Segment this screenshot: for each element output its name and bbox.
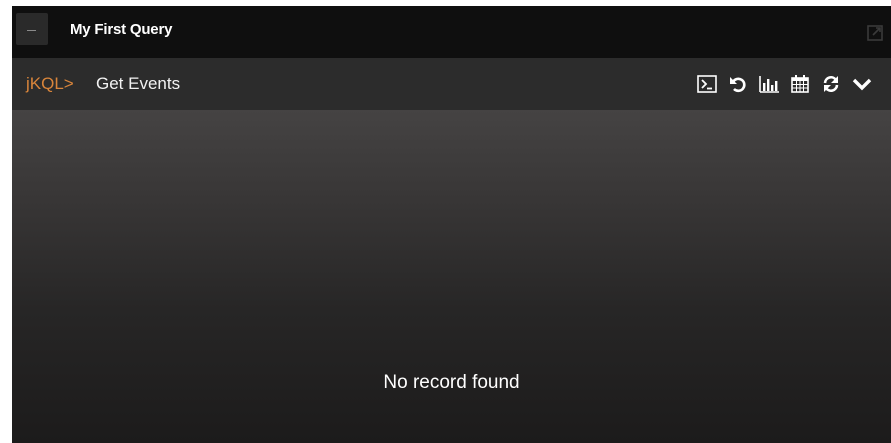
popout-button[interactable] bbox=[865, 23, 885, 43]
collapse-button[interactable] bbox=[16, 13, 48, 45]
query-language-prefix: jKQL> bbox=[26, 74, 74, 93]
calendar-button[interactable] bbox=[789, 73, 811, 95]
query-toolbar bbox=[696, 72, 873, 96]
bar-chart-icon bbox=[759, 76, 779, 93]
refresh-icon bbox=[823, 76, 839, 92]
page-frame: My First Query jKQL> Get Events No recor… bbox=[0, 0, 891, 443]
undo-button[interactable] bbox=[727, 73, 749, 95]
calendar-icon bbox=[791, 75, 809, 93]
widget-title-bar: My First Query bbox=[12, 6, 891, 58]
minus-icon bbox=[27, 30, 36, 31]
chart-button[interactable] bbox=[758, 73, 780, 95]
results-area: No record found bbox=[12, 110, 891, 443]
query-bar: jKQL> Get Events bbox=[12, 58, 891, 110]
undo-icon bbox=[730, 77, 746, 93]
expand-button[interactable] bbox=[851, 73, 873, 95]
external-link-icon bbox=[867, 25, 883, 41]
query-name: Get Events bbox=[96, 74, 181, 93]
console-icon bbox=[697, 75, 717, 93]
refresh-button[interactable] bbox=[820, 73, 842, 95]
console-button[interactable] bbox=[696, 73, 718, 95]
chevron-down-icon bbox=[852, 78, 872, 91]
empty-state-message: No record found bbox=[383, 372, 520, 393]
widget-title: My First Query bbox=[70, 21, 173, 38]
query-widget: My First Query jKQL> Get Events No recor… bbox=[12, 6, 891, 443]
